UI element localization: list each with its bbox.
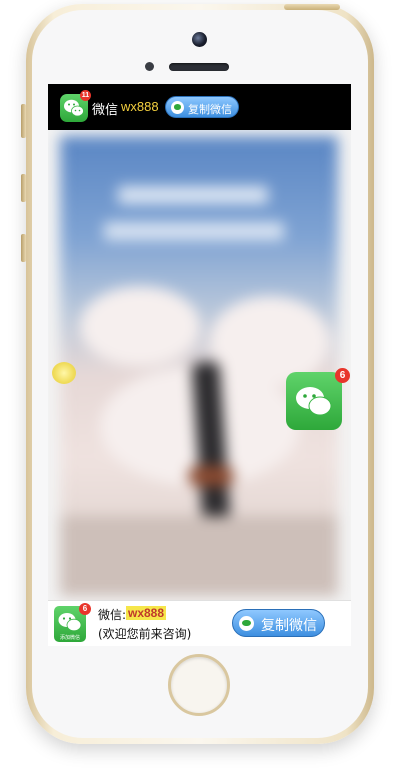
copy-wechat-button[interactable]: 复制微信 — [165, 96, 239, 118]
mute-switch — [21, 104, 26, 138]
top-contact-bar: 11 微信 wx888 复制微信 — [48, 84, 351, 130]
icon-caption: 添加微信 — [59, 635, 80, 641]
proximity-sensor — [145, 62, 154, 71]
wechat-icon — [286, 372, 342, 430]
wechat-bubbles-icon — [296, 387, 332, 416]
wechat-small-icon — [239, 616, 254, 631]
poster-headline-line-2 — [104, 222, 284, 240]
notification-badge: 6 — [335, 368, 350, 383]
bottom-contact-bar: 6 添加微信 微信: wx888 (欢迎您前来咨询) 复制微信 — [48, 600, 351, 646]
front-camera — [192, 32, 207, 47]
volume-down-button — [21, 234, 26, 262]
poster-headline-line-1 — [118, 186, 268, 204]
side-wechat-float[interactable]: 6 — [286, 368, 350, 434]
phone-screen: 11 微信 wx888 复制微信 6 6 添加微信 微信: wx888 (欢迎您… — [48, 84, 351, 646]
wechat-id: wx888 — [126, 606, 167, 620]
wechat-label: 微信: — [98, 608, 127, 622]
floating-dot-button[interactable] — [52, 362, 76, 384]
poster-tower-ring — [188, 466, 234, 486]
earpiece-speaker — [169, 63, 229, 71]
wechat-small-icon — [171, 101, 184, 114]
copy-button-label: 复制微信 — [188, 103, 232, 116]
notification-badge: 11 — [80, 90, 91, 101]
volume-up-button — [21, 174, 26, 202]
poster-cloud — [80, 286, 200, 366]
home-button[interactable] — [168, 654, 230, 716]
poster-ground — [60, 516, 338, 596]
notification-badge: 6 — [79, 603, 91, 615]
content-area — [48, 130, 351, 600]
copy-wechat-button[interactable]: 复制微信 — [232, 609, 325, 637]
welcome-text: (欢迎您前来咨询) — [98, 627, 192, 641]
wechat-label: 微信 — [92, 103, 119, 118]
wechat-id: wx888 — [121, 99, 159, 114]
blurred-poster-image — [60, 136, 338, 596]
copy-button-label: 复制微信 — [261, 618, 317, 634]
wechat-icon[interactable]: 11 — [60, 90, 91, 122]
